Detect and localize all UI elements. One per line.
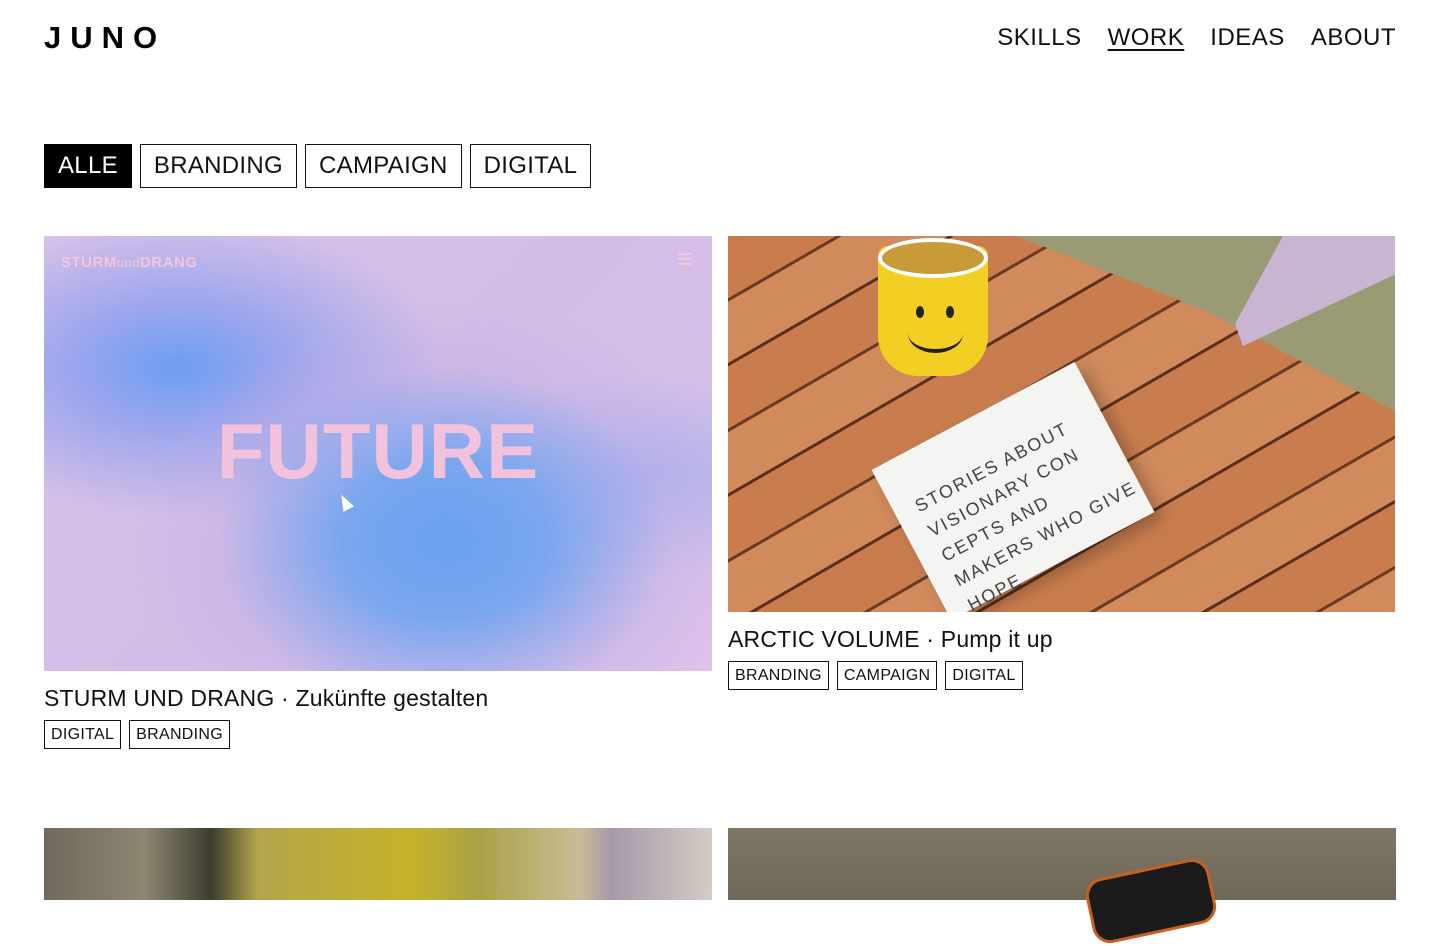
nav-about[interactable]: ABOUT xyxy=(1311,24,1396,52)
project-image-fourth[interactable] xyxy=(728,828,1396,946)
filter-campaign[interactable]: CAMPAIGN xyxy=(305,144,462,188)
image-headline: FUTURE xyxy=(216,407,540,495)
category-filters: ALLE BRANDING CAMPAIGN DIGITAL xyxy=(44,144,592,188)
filter-branding[interactable]: BRANDING xyxy=(139,144,298,188)
nav-skills[interactable]: SKILLS xyxy=(997,24,1081,52)
tag-campaign: CAMPAIGN xyxy=(836,661,938,690)
tag-branding: BRANDING xyxy=(728,661,829,690)
phone-image-icon xyxy=(1082,855,1220,946)
project-image-arctic-volume[interactable]: STORIES ABOUT VISIONARY CON CEPTS AND MA… xyxy=(728,236,1395,612)
book-object: STORIES ABOUT VISIONARY CON CEPTS AND MA… xyxy=(871,361,1155,612)
hamburger-menu-icon xyxy=(678,253,692,268)
project-image-third[interactable] xyxy=(44,828,712,900)
filter-alle[interactable]: ALLE xyxy=(44,144,132,188)
nav-work[interactable]: WORK xyxy=(1108,24,1185,52)
tag-digital: DIGITAL xyxy=(945,661,1023,690)
project-card-arctic-volume[interactable]: STORIES ABOUT VISIONARY CON CEPTS AND MA… xyxy=(728,236,1395,690)
nav-ideas[interactable]: IDEAS xyxy=(1210,24,1285,52)
main-nav: SKILLS WORK IDEAS ABOUT xyxy=(997,24,1396,52)
filter-digital[interactable]: DIGITAL xyxy=(469,144,592,188)
project-title[interactable]: ARCTIC VOLUME · Pump it up xyxy=(728,626,1395,653)
tag-digital: DIGITAL xyxy=(44,720,122,749)
juno-logo[interactable]: JUNO xyxy=(44,20,166,56)
smiley-mug-icon xyxy=(878,238,988,376)
image-brand-wordmark: STURMundDRANG xyxy=(61,254,198,271)
project-title[interactable]: STURM UND DRANG · Zukünfte gestalten xyxy=(44,685,712,712)
book-cover-text: STORIES ABOUT VISIONARY CON CEPTS AND MA… xyxy=(911,418,1140,612)
site-header: JUNO SKILLS WORK IDEAS ABOUT xyxy=(44,18,1396,58)
project-card-sturm-und-drang[interactable]: STURMundDRANG FUTURE STURM UND DRANG · Z… xyxy=(44,236,712,749)
tag-branding: BRANDING xyxy=(129,720,231,749)
project-image-sturm-und-drang[interactable]: STURMundDRANG FUTURE xyxy=(44,236,712,671)
project-tags: DIGITAL BRANDING xyxy=(44,720,712,749)
project-tags: BRANDING CAMPAIGN DIGITAL xyxy=(728,661,1395,690)
